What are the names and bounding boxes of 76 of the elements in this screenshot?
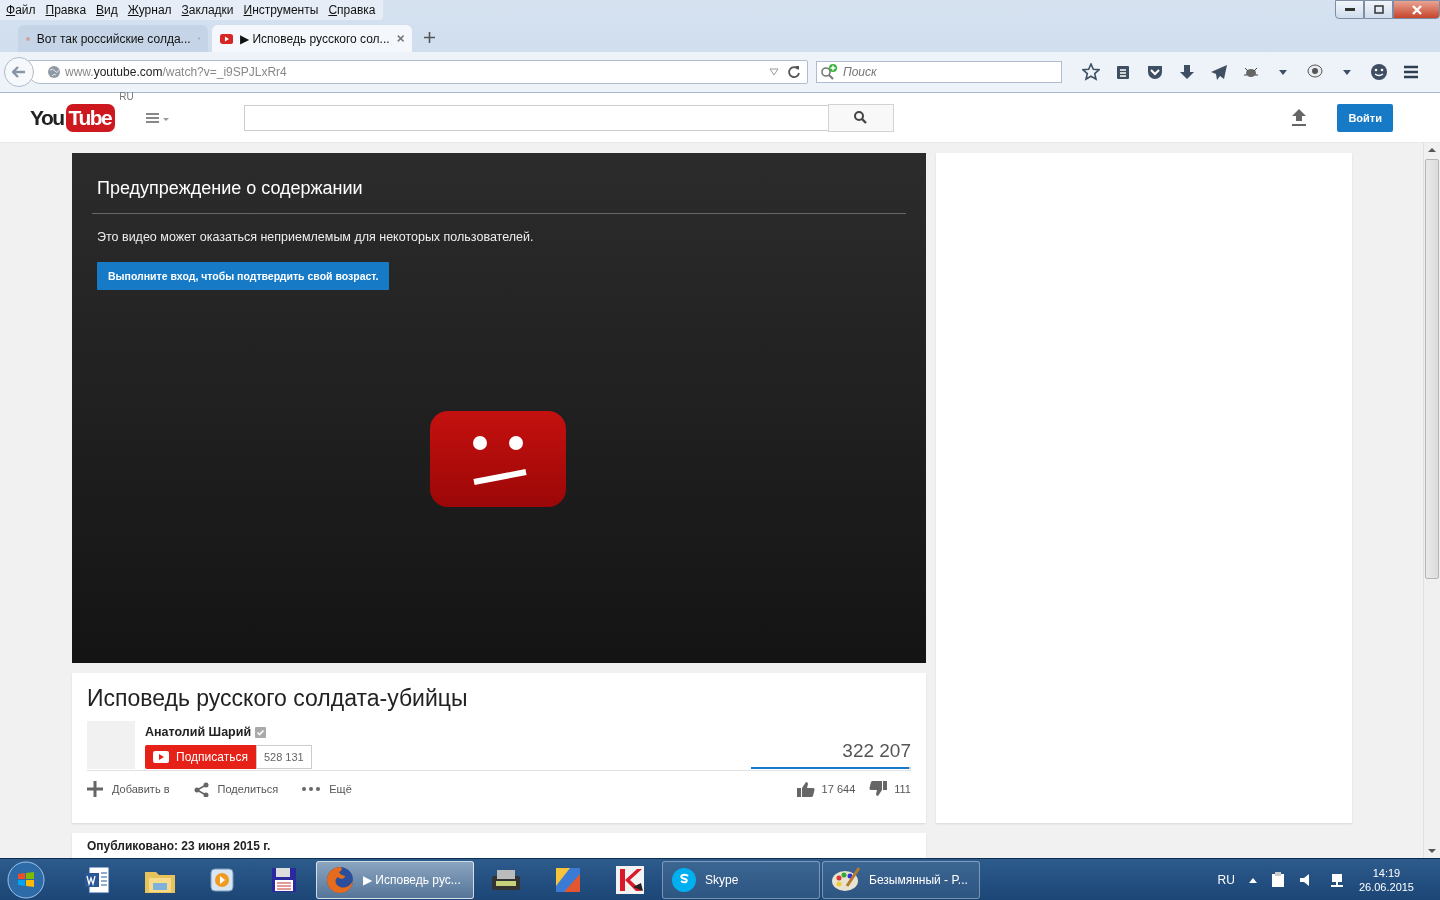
clock[interactable]: 14:19 26.06.2015 [1358, 865, 1414, 894]
minimize-icon [1344, 7, 1355, 12]
address-field[interactable]: www.youtube.com/watch?v=_i9SPJLxRr4 [28, 60, 808, 84]
publish-date: Опубликовано: 23 июня 2015 г. [87, 839, 271, 853]
palette-icon [831, 865, 861, 894]
warning-title: Предупреждение о содержании [92, 153, 906, 214]
back-button[interactable] [4, 57, 34, 87]
subscriber-count: 528 131 [255, 745, 312, 769]
menu-item[interactable]: Инструменты [239, 3, 325, 17]
download-icon[interactable] [1178, 63, 1196, 81]
reload-icon[interactable] [787, 65, 801, 79]
document-icon [83, 864, 113, 895]
language-indicator[interactable]: RU [1217, 872, 1235, 887]
dislike-button[interactable]: 111 [869, 781, 911, 797]
play-icon [153, 751, 169, 763]
paper-plane-icon[interactable] [1210, 63, 1228, 81]
search-icon [820, 64, 838, 80]
more-action[interactable]: Ещё [302, 783, 352, 795]
globe-icon [47, 65, 61, 79]
more-icon [302, 787, 321, 791]
windows-logo-icon [7, 860, 45, 899]
menu-item[interactable]: Правка [41, 3, 93, 17]
close-button[interactable] [1393, 0, 1440, 19]
browser-tab[interactable]: ▶ Исповедь русского сол... [212, 25, 412, 52]
region-label: RU [119, 91, 134, 102]
minimize-button[interactable] [1335, 0, 1364, 19]
network-icon[interactable] [1328, 872, 1345, 887]
thumbs-down-icon [869, 781, 888, 797]
upload-icon[interactable] [1291, 108, 1308, 127]
sad-face-icon [430, 411, 566, 507]
arrow-down-icon[interactable] [1428, 848, 1436, 854]
add-action[interactable]: Добавить в [87, 781, 170, 797]
browser-tab[interactable]: Вот так российские солда... [18, 25, 208, 52]
maximize-icon [1373, 5, 1384, 14]
sign-in-button[interactable]: Выполните вход, чтобы подтвердить свой возраст. [97, 262, 390, 290]
video-title: Исповедь русского солдата-убийцы [87, 685, 469, 712]
menu-item[interactable]: Закладки [177, 3, 240, 17]
globe-icon [325, 864, 355, 895]
pocket-icon[interactable] [1146, 63, 1164, 81]
chat-bubble-icon [671, 866, 697, 893]
menu-icon[interactable] [1402, 63, 1420, 81]
clipboard-icon[interactable] [1270, 871, 1285, 888]
view-count: 322 207 [842, 740, 911, 763]
scrollbar[interactable] [1423, 143, 1440, 858]
eye-bubble-icon[interactable] [1306, 63, 1324, 81]
play-logo-icon [220, 32, 234, 45]
start-button[interactable] [4, 859, 48, 900]
like-button[interactable]: 17 644 [796, 781, 856, 797]
share-icon [193, 781, 209, 797]
sign-in-button[interactable]: Войти [1337, 103, 1393, 132]
arrow-left-icon [12, 66, 26, 78]
plus-icon [87, 781, 103, 797]
star-icon[interactable] [1082, 63, 1100, 81]
clipboard-icon[interactable] [1114, 63, 1132, 81]
channel-name[interactable]: Анатолий Шарий [145, 725, 252, 739]
menu-item[interactable]: Справка [324, 3, 382, 17]
share-action[interactable]: Поделиться [193, 781, 279, 797]
taskbar-button[interactable]: Безымянный - P... [822, 860, 980, 899]
menu-item[interactable]: Вид [92, 3, 124, 17]
subscribe-button[interactable]: Подписаться [145, 745, 256, 769]
menu-item[interactable]: Файл [2, 3, 42, 17]
smiley-bubble-icon[interactable] [1370, 63, 1388, 81]
search-field[interactable] [243, 104, 829, 131]
thumbs-up-icon [796, 781, 815, 797]
search-icon [854, 111, 868, 124]
shield-icon [615, 864, 645, 895]
taskbar-button[interactable]: Skype [662, 860, 820, 899]
maximize-button[interactable] [1364, 0, 1393, 19]
arrow-up-icon[interactable] [1428, 147, 1436, 153]
search-field[interactable]: Поиск [816, 61, 1062, 83]
play-icon [208, 865, 236, 894]
menu-item[interactable]: Журнал [123, 3, 178, 17]
photo-icon [554, 865, 582, 894]
search-button[interactable] [827, 103, 894, 132]
caret-icon[interactable] [1248, 876, 1257, 883]
warning-text: Это видео может оказаться неприемлемым для некоторых пользователей. [97, 230, 535, 244]
